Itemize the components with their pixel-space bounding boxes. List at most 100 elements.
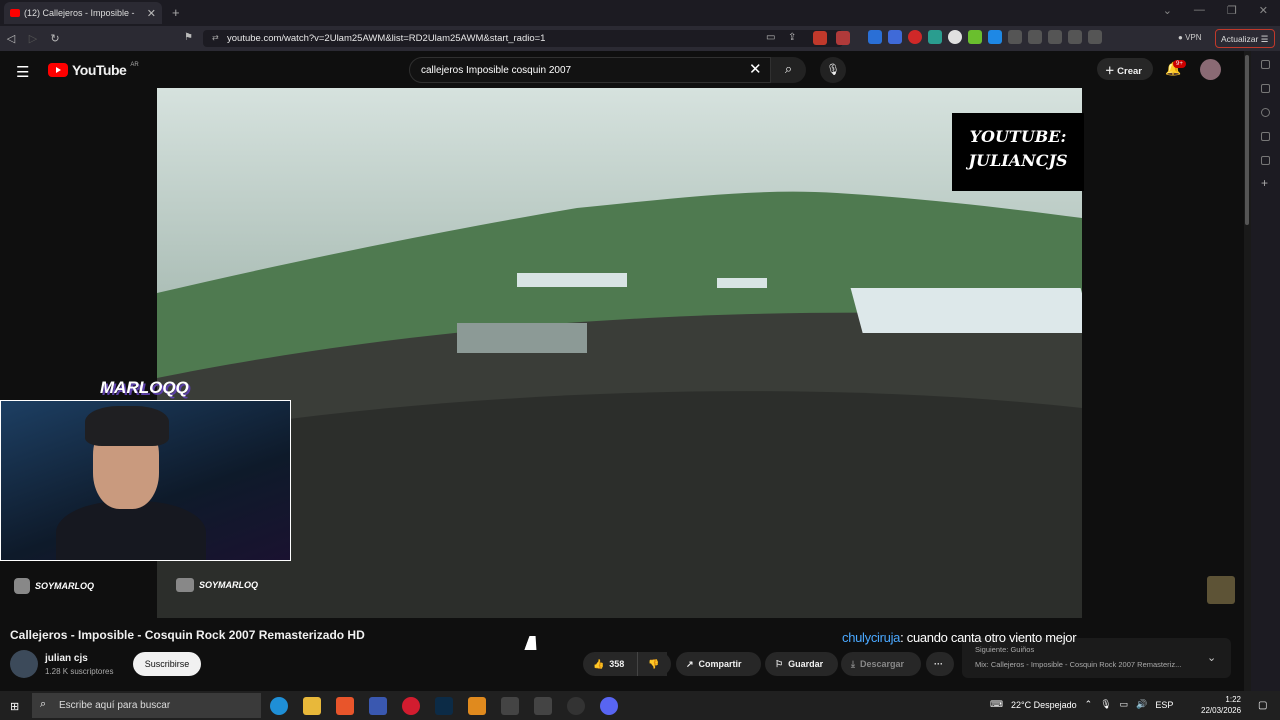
extensions-bar xyxy=(868,30,1102,44)
windows-start-icon[interactable]: ⊞ xyxy=(10,700,19,713)
share-page-icon[interactable]: ⇪ xyxy=(788,32,796,43)
clock[interactable]: 1:22 22/03/2026 xyxy=(1201,694,1241,716)
chat-message: chulyciruja: cuando canta otro viento me… xyxy=(842,630,1077,645)
language-label[interactable]: ESP xyxy=(1155,700,1173,710)
webcam-overlay xyxy=(0,400,291,561)
subscriber-count: 1.28 K suscriptores xyxy=(45,667,114,676)
app-icon[interactable] xyxy=(468,697,486,715)
menu-icon[interactable]: ☰ xyxy=(16,63,29,81)
extension-icon[interactable] xyxy=(1068,30,1082,44)
webcam-person-body xyxy=(56,501,206,560)
mouse-cursor-icon xyxy=(524,636,542,650)
scrollbar-thumb[interactable] xyxy=(1245,55,1249,225)
adblock-icon[interactable] xyxy=(836,31,850,45)
clear-search-icon[interactable]: ✕ xyxy=(749,60,762,78)
network-icon[interactable]: ▭ xyxy=(1120,699,1129,710)
chevron-down-icon[interactable]: ⌄ xyxy=(1163,4,1172,17)
youtube-handle: SOYMARLOQ xyxy=(176,578,258,592)
channel-name[interactable]: julian cjs xyxy=(45,653,88,664)
channel-avatar[interactable] xyxy=(10,650,38,678)
add-panel-icon[interactable]: + xyxy=(1261,176,1268,190)
reload-icon[interactable]: ↻ xyxy=(44,32,66,45)
sidebar-panel-icon[interactable] xyxy=(1261,132,1270,141)
chevron-up-icon[interactable]: ⌃ xyxy=(1085,699,1093,710)
subscribe-button[interactable]: Suscribirse xyxy=(133,652,201,676)
share-label: Compartir xyxy=(698,659,742,669)
discord-icon[interactable] xyxy=(600,697,618,715)
chevron-down-icon[interactable]: ⌄ xyxy=(1207,651,1216,664)
extension-icon[interactable] xyxy=(1048,30,1062,44)
vpn-badge[interactable]: ● VPN xyxy=(1178,33,1202,42)
taskbar-search-field[interactable]: Escribe aquí para buscar xyxy=(32,693,261,718)
extension-icon[interactable] xyxy=(1008,30,1022,44)
weather-label[interactable]: 22°C Despejado xyxy=(1011,700,1077,710)
clock-date: 22/03/2026 xyxy=(1201,706,1242,715)
extension-icon[interactable] xyxy=(928,30,942,44)
shield-icon[interactable] xyxy=(813,31,827,45)
brave-icon[interactable] xyxy=(336,697,354,715)
sidebar-panel-icon[interactable] xyxy=(1261,60,1270,69)
mix-next-label: Siguiente: Guiños xyxy=(975,645,1035,654)
extension-icon[interactable] xyxy=(908,30,922,44)
sidebar-panel-icon[interactable] xyxy=(1261,108,1270,117)
forward-icon[interactable]: ▷ xyxy=(22,32,44,45)
create-button[interactable]: ＋ Crear xyxy=(1097,58,1153,80)
new-tab-button[interactable]: + xyxy=(172,5,180,20)
app-icon[interactable] xyxy=(534,697,552,715)
bookmark-icon[interactable]: ⚑ xyxy=(184,32,193,43)
youtube-play-icon xyxy=(48,63,68,77)
visual-app-icon[interactable] xyxy=(369,697,387,715)
extension-icon[interactable] xyxy=(988,30,1002,44)
like-count: 358 xyxy=(609,659,625,669)
back-icon[interactable]: ◁ xyxy=(0,32,22,45)
speaker-icon[interactable]: 🔊 xyxy=(1136,699,1147,710)
screen-icon[interactable]: ▭ xyxy=(766,32,775,43)
save-button[interactable]: ⚐ Guardar xyxy=(765,652,838,676)
window-controls: ⌄ — ❐ ✕ xyxy=(1163,4,1268,17)
extension-icon[interactable] xyxy=(888,30,902,44)
url-field[interactable]: youtube.com/watch?v=2Ulam25AWM&list=RD2U… xyxy=(203,30,843,47)
file-explorer-icon[interactable] xyxy=(303,697,321,715)
sidebar-panel-icon[interactable] xyxy=(1261,84,1270,93)
browser-tab-bar xyxy=(0,0,1280,26)
share-button[interactable]: ↗ Compartir xyxy=(676,652,761,676)
dislike-button[interactable]: 👎 xyxy=(637,652,671,676)
keyboard-icon[interactable]: ⌨ xyxy=(990,699,1003,710)
voice-search-button[interactable]: 🎙 xyxy=(820,57,846,83)
opera-icon[interactable] xyxy=(402,697,420,715)
vpn-label: VPN xyxy=(1185,33,1202,42)
extension-icon[interactable] xyxy=(968,30,982,44)
overlay-thumbnail xyxy=(1207,576,1235,604)
country-code: AR xyxy=(130,62,139,68)
site-info-icon[interactable]: ⇄ xyxy=(212,33,219,42)
instagram-handle: SOYMARLOQ xyxy=(14,578,94,594)
browser-tab[interactable]: (12) Callejeros - Imposible - ✕ xyxy=(4,2,162,24)
search-button[interactable]: ⌕ xyxy=(771,57,806,83)
close-window-icon[interactable]: ✕ xyxy=(1259,4,1268,17)
search-icon: ⌕ xyxy=(784,61,793,76)
minimize-icon[interactable]: — xyxy=(1194,4,1205,17)
photoshop-icon[interactable] xyxy=(435,697,453,715)
tab-title: (12) Callejeros - Imposible - xyxy=(24,8,135,18)
video-frame-scene xyxy=(157,191,1082,618)
extension-icon[interactable] xyxy=(1088,30,1102,44)
edge-icon[interactable] xyxy=(270,697,288,715)
account-avatar[interactable] xyxy=(1200,59,1221,80)
app-icon[interactable] xyxy=(501,697,519,715)
more-actions-button[interactable]: ··· xyxy=(926,652,954,676)
maximize-icon[interactable]: ❐ xyxy=(1227,4,1237,17)
youtube-icon xyxy=(176,578,194,592)
sidebar-panel-icon[interactable] xyxy=(1261,156,1270,165)
tab-close-icon[interactable]: ✕ xyxy=(147,7,156,20)
extension-icon[interactable] xyxy=(868,30,882,44)
obs-icon[interactable] xyxy=(567,697,585,715)
extension-icon[interactable] xyxy=(1028,30,1042,44)
search-input[interactable]: callejeros Imposible cosquin 2007 xyxy=(409,57,771,83)
video-player[interactable] xyxy=(157,88,1082,618)
download-button[interactable]: ⤓ Descargar xyxy=(841,652,921,676)
extension-icon[interactable] xyxy=(948,30,962,44)
mic-tray-icon[interactable]: 🎙 xyxy=(1100,699,1111,710)
youtube-logo[interactable]: YouTube AR xyxy=(48,62,139,78)
update-button[interactable]: Actualizar ☰ xyxy=(1215,29,1275,48)
notifications-icon[interactable]: ▢ xyxy=(1258,700,1267,711)
